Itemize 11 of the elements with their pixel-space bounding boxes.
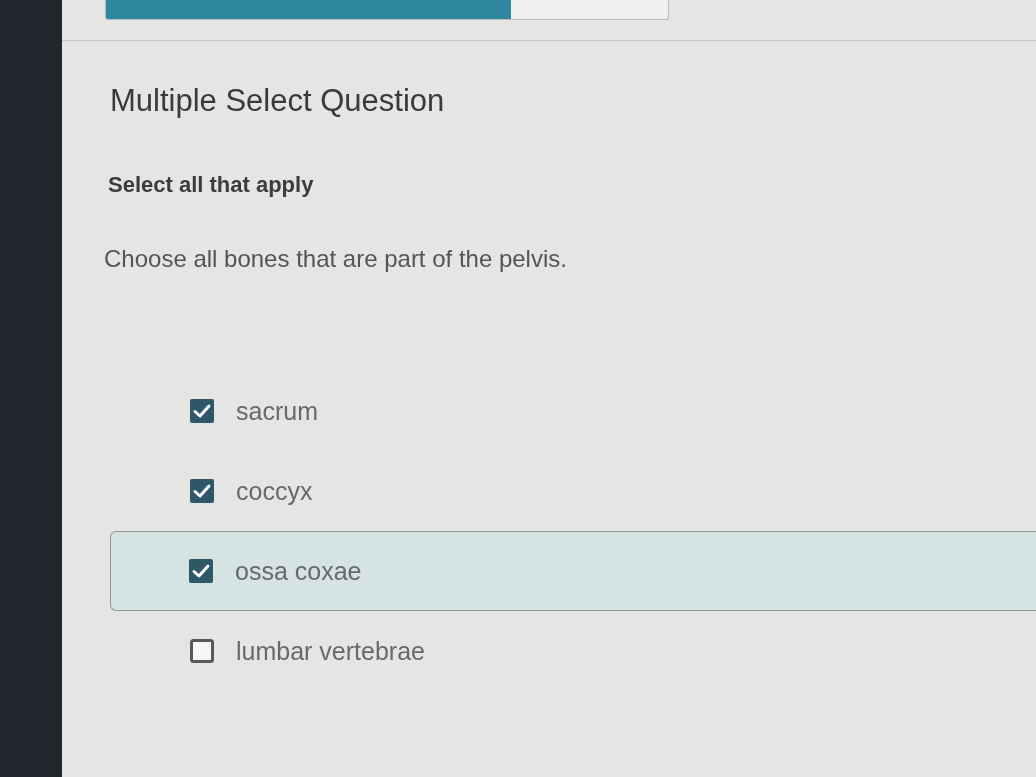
question-type-heading: Multiple Select Question bbox=[110, 83, 445, 119]
instruction-text: Select all that apply bbox=[108, 171, 314, 199]
answer-option[interactable]: coccyx bbox=[190, 476, 313, 506]
checked-checkbox-icon[interactable] bbox=[189, 559, 213, 583]
checked-checkbox-icon[interactable] bbox=[190, 399, 214, 423]
highlighted-answer-row[interactable]: ossa coxae bbox=[110, 531, 1036, 611]
answer-option[interactable]: lumbar vertebrae bbox=[190, 636, 425, 666]
checked-checkbox-icon[interactable] bbox=[190, 479, 214, 503]
answer-option[interactable]: sacrum bbox=[190, 396, 318, 426]
question-prompt: Choose all bones that are part of the pelvis. bbox=[104, 244, 567, 274]
empty-checkbox-icon[interactable] bbox=[190, 639, 214, 663]
